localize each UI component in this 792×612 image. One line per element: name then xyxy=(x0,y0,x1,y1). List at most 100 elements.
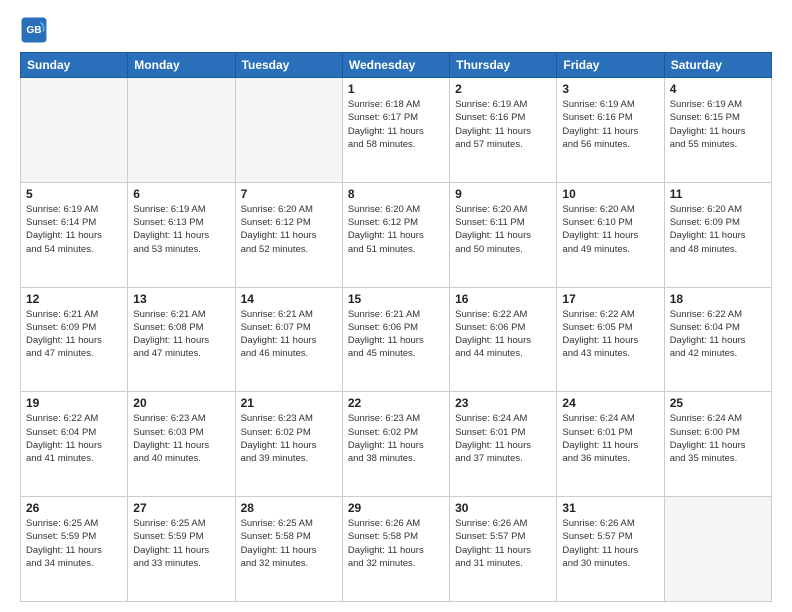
day-number: 13 xyxy=(133,292,229,306)
day-number: 3 xyxy=(562,82,658,96)
day-info: Sunrise: 6:22 AM Sunset: 6:04 PM Dayligh… xyxy=(670,308,766,361)
day-number: 26 xyxy=(26,501,122,515)
day-number: 16 xyxy=(455,292,551,306)
calendar-cell: 29 Sunrise: 6:26 AM Sunset: 5:58 PM Dayli… xyxy=(342,497,449,602)
day-number: 19 xyxy=(26,396,122,410)
day-info: Sunrise: 6:20 AM Sunset: 6:11 PM Dayligh… xyxy=(455,203,551,256)
calendar-cell: 22 Sunrise: 6:23 AM Sunset: 6:02 PM Dayli… xyxy=(342,392,449,497)
page: GB SundayMondayTuesdayWednesdayThursdayF… xyxy=(0,0,792,612)
calendar-week-2: 12 Sunrise: 6:21 AM Sunset: 6:09 PM Dayli… xyxy=(21,287,772,392)
day-number: 15 xyxy=(348,292,444,306)
day-number: 30 xyxy=(455,501,551,515)
day-number: 5 xyxy=(26,187,122,201)
day-header-tuesday: Tuesday xyxy=(235,53,342,78)
calendar-cell xyxy=(128,78,235,183)
day-number: 17 xyxy=(562,292,658,306)
day-info: Sunrise: 6:20 AM Sunset: 6:12 PM Dayligh… xyxy=(348,203,444,256)
day-number: 6 xyxy=(133,187,229,201)
day-number: 27 xyxy=(133,501,229,515)
calendar-cell: 10 Sunrise: 6:20 AM Sunset: 6:10 PM Dayli… xyxy=(557,182,664,287)
calendar-table: SundayMondayTuesdayWednesdayThursdayFrid… xyxy=(20,52,772,602)
calendar-cell: 1 Sunrise: 6:18 AM Sunset: 6:17 PM Daylig… xyxy=(342,78,449,183)
day-number: 29 xyxy=(348,501,444,515)
day-number: 21 xyxy=(241,396,337,410)
calendar-cell: 11 Sunrise: 6:20 AM Sunset: 6:09 PM Dayli… xyxy=(664,182,771,287)
day-info: Sunrise: 6:22 AM Sunset: 6:05 PM Dayligh… xyxy=(562,308,658,361)
calendar-cell: 21 Sunrise: 6:23 AM Sunset: 6:02 PM Dayli… xyxy=(235,392,342,497)
day-info: Sunrise: 6:20 AM Sunset: 6:10 PM Dayligh… xyxy=(562,203,658,256)
day-info: Sunrise: 6:19 AM Sunset: 6:16 PM Dayligh… xyxy=(455,98,551,151)
day-number: 22 xyxy=(348,396,444,410)
calendar-header-row: SundayMondayTuesdayWednesdayThursdayFrid… xyxy=(21,53,772,78)
day-info: Sunrise: 6:26 AM Sunset: 5:57 PM Dayligh… xyxy=(455,517,551,570)
day-number: 9 xyxy=(455,187,551,201)
day-info: Sunrise: 6:21 AM Sunset: 6:07 PM Dayligh… xyxy=(241,308,337,361)
day-info: Sunrise: 6:24 AM Sunset: 6:01 PM Dayligh… xyxy=(455,412,551,465)
day-info: Sunrise: 6:22 AM Sunset: 6:04 PM Dayligh… xyxy=(26,412,122,465)
calendar-cell xyxy=(235,78,342,183)
svg-text:GB: GB xyxy=(26,25,41,36)
calendar-cell: 15 Sunrise: 6:21 AM Sunset: 6:06 PM Dayli… xyxy=(342,287,449,392)
day-number: 23 xyxy=(455,396,551,410)
day-info: Sunrise: 6:21 AM Sunset: 6:08 PM Dayligh… xyxy=(133,308,229,361)
calendar-cell: 28 Sunrise: 6:25 AM Sunset: 5:58 PM Dayli… xyxy=(235,497,342,602)
day-number: 28 xyxy=(241,501,337,515)
day-info: Sunrise: 6:20 AM Sunset: 6:09 PM Dayligh… xyxy=(670,203,766,256)
day-number: 18 xyxy=(670,292,766,306)
calendar-cell: 12 Sunrise: 6:21 AM Sunset: 6:09 PM Dayli… xyxy=(21,287,128,392)
calendar-week-3: 19 Sunrise: 6:22 AM Sunset: 6:04 PM Dayli… xyxy=(21,392,772,497)
calendar-cell: 20 Sunrise: 6:23 AM Sunset: 6:03 PM Dayli… xyxy=(128,392,235,497)
calendar-cell: 26 Sunrise: 6:25 AM Sunset: 5:59 PM Dayli… xyxy=(21,497,128,602)
day-info: Sunrise: 6:25 AM Sunset: 5:58 PM Dayligh… xyxy=(241,517,337,570)
day-number: 8 xyxy=(348,187,444,201)
calendar-cell: 9 Sunrise: 6:20 AM Sunset: 6:11 PM Daylig… xyxy=(450,182,557,287)
day-number: 1 xyxy=(348,82,444,96)
calendar-cell: 17 Sunrise: 6:22 AM Sunset: 6:05 PM Dayli… xyxy=(557,287,664,392)
calendar-week-0: 1 Sunrise: 6:18 AM Sunset: 6:17 PM Daylig… xyxy=(21,78,772,183)
calendar-cell xyxy=(664,497,771,602)
calendar-cell: 13 Sunrise: 6:21 AM Sunset: 6:08 PM Dayli… xyxy=(128,287,235,392)
day-info: Sunrise: 6:23 AM Sunset: 6:03 PM Dayligh… xyxy=(133,412,229,465)
day-number: 25 xyxy=(670,396,766,410)
calendar-cell: 31 Sunrise: 6:26 AM Sunset: 5:57 PM Dayli… xyxy=(557,497,664,602)
day-info: Sunrise: 6:21 AM Sunset: 6:09 PM Dayligh… xyxy=(26,308,122,361)
calendar-cell: 3 Sunrise: 6:19 AM Sunset: 6:16 PM Daylig… xyxy=(557,78,664,183)
day-info: Sunrise: 6:19 AM Sunset: 6:16 PM Dayligh… xyxy=(562,98,658,151)
day-info: Sunrise: 6:19 AM Sunset: 6:14 PM Dayligh… xyxy=(26,203,122,256)
calendar-cell: 27 Sunrise: 6:25 AM Sunset: 5:59 PM Dayli… xyxy=(128,497,235,602)
day-info: Sunrise: 6:22 AM Sunset: 6:06 PM Dayligh… xyxy=(455,308,551,361)
day-info: Sunrise: 6:19 AM Sunset: 6:13 PM Dayligh… xyxy=(133,203,229,256)
calendar-cell: 18 Sunrise: 6:22 AM Sunset: 6:04 PM Dayli… xyxy=(664,287,771,392)
day-number: 4 xyxy=(670,82,766,96)
day-info: Sunrise: 6:26 AM Sunset: 5:58 PM Dayligh… xyxy=(348,517,444,570)
day-info: Sunrise: 6:20 AM Sunset: 6:12 PM Dayligh… xyxy=(241,203,337,256)
day-number: 10 xyxy=(562,187,658,201)
calendar-cell: 4Sunrise: 6:19 AM Sunset: 6:15 PM Daylig… xyxy=(664,78,771,183)
logo-icon: GB xyxy=(20,16,48,44)
day-info: Sunrise: 6:18 AM Sunset: 6:17 PM Dayligh… xyxy=(348,98,444,151)
calendar-cell: 16 Sunrise: 6:22 AM Sunset: 6:06 PM Dayli… xyxy=(450,287,557,392)
calendar-cell: 23 Sunrise: 6:24 AM Sunset: 6:01 PM Dayli… xyxy=(450,392,557,497)
day-info: Sunrise: 6:23 AM Sunset: 6:02 PM Dayligh… xyxy=(241,412,337,465)
day-info: Sunrise: 6:26 AM Sunset: 5:57 PM Dayligh… xyxy=(562,517,658,570)
calendar-cell xyxy=(21,78,128,183)
day-number: 14 xyxy=(241,292,337,306)
calendar-cell: 19 Sunrise: 6:22 AM Sunset: 6:04 PM Dayli… xyxy=(21,392,128,497)
day-number: 20 xyxy=(133,396,229,410)
day-number: 11 xyxy=(670,187,766,201)
calendar-cell: 7Sunrise: 6:20 AM Sunset: 6:12 PM Daylig… xyxy=(235,182,342,287)
day-header-saturday: Saturday xyxy=(664,53,771,78)
header: GB xyxy=(20,16,772,44)
day-number: 31 xyxy=(562,501,658,515)
calendar-cell: 25Sunrise: 6:24 AM Sunset: 6:00 PM Dayli… xyxy=(664,392,771,497)
day-info: Sunrise: 6:21 AM Sunset: 6:06 PM Dayligh… xyxy=(348,308,444,361)
day-info: Sunrise: 6:23 AM Sunset: 6:02 PM Dayligh… xyxy=(348,412,444,465)
calendar-cell: 30 Sunrise: 6:26 AM Sunset: 5:57 PM Dayli… xyxy=(450,497,557,602)
day-number: 2 xyxy=(455,82,551,96)
calendar-week-1: 5 Sunrise: 6:19 AM Sunset: 6:14 PM Daylig… xyxy=(21,182,772,287)
day-number: 12 xyxy=(26,292,122,306)
logo: GB xyxy=(20,16,52,44)
day-info: Sunrise: 6:25 AM Sunset: 5:59 PM Dayligh… xyxy=(133,517,229,570)
day-header-wednesday: Wednesday xyxy=(342,53,449,78)
day-info: Sunrise: 6:25 AM Sunset: 5:59 PM Dayligh… xyxy=(26,517,122,570)
